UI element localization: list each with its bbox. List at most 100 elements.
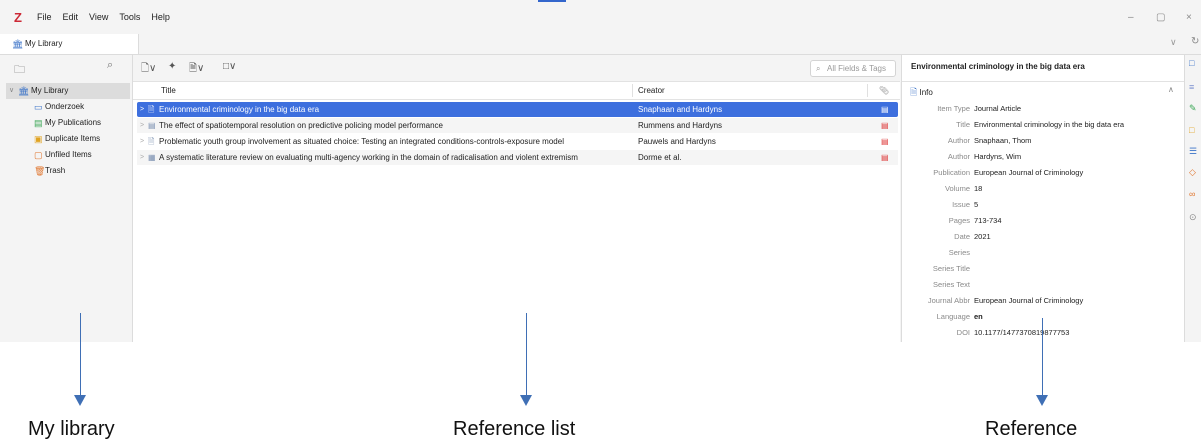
- field-value[interactable]: en: [974, 309, 983, 325]
- journal-article-icon: 🗎︎: [148, 105, 155, 114]
- field-value[interactable]: 10.1177/1477370819877753: [974, 325, 1069, 341]
- field-journal-abbr: Journal Abbr European Journal of Criminol…: [902, 293, 1184, 309]
- twisty-icon[interactable]: ∨: [9, 83, 14, 99]
- collection-my-library[interactable]: ∨ 🏛︎ My Library: [6, 83, 130, 99]
- annotation-arrow-right: [1042, 318, 1043, 395]
- pdf-icon[interactable]: ▤: [881, 134, 889, 149]
- table-row[interactable]: > 🗎︎ Problematic youth group involvement…: [137, 134, 898, 149]
- field-title: Title Environmental criminology in the bi…: [902, 117, 1184, 133]
- collection-label: Unfiled Items: [45, 150, 92, 159]
- new-collection-icon[interactable]: 🗀︎: [14, 61, 25, 80]
- attachments-icon[interactable]: ✎: [1189, 103, 1197, 114]
- sync-icon[interactable]: ↻: [1191, 36, 1199, 47]
- maximize-button[interactable]: ▢: [1156, 12, 1165, 23]
- field-item-type: Item Type Journal Article: [902, 101, 1184, 117]
- field-label: Volume: [944, 184, 970, 193]
- window-accent: [538, 0, 566, 2]
- field-label: Pages: [948, 216, 970, 225]
- column-divider[interactable]: [632, 84, 633, 97]
- menu-help[interactable]: Help: [151, 12, 170, 22]
- item-pane-title: Environmental criminology in the big dat…: [911, 62, 1085, 71]
- menu-edit[interactable]: Edit: [63, 12, 79, 22]
- journal-article-icon: 🗎︎: [148, 137, 155, 146]
- tags-icon[interactable]: ◇: [1189, 167, 1196, 178]
- pdf-icon[interactable]: ▤: [881, 102, 889, 117]
- field-value[interactable]: Hardyns, Wim: [974, 149, 1021, 165]
- collection-my-publications[interactable]: ▤ My Publications: [6, 115, 130, 131]
- item-creator: Snaphaan and Hardyns: [638, 105, 723, 114]
- magic-wand-icon[interactable]: ✦: [168, 61, 176, 72]
- field-date: Date 2021: [902, 229, 1184, 245]
- publications-icon: ▤: [34, 118, 43, 128]
- table-row[interactable]: > 🗎︎ Environmental criminology in the bi…: [137, 102, 898, 117]
- table-row[interactable]: > ▤ The effect of spatiotemporal resolut…: [137, 118, 898, 133]
- twisty-icon[interactable]: >: [140, 102, 144, 117]
- menu-file[interactable]: File: [37, 12, 52, 22]
- column-title[interactable]: Title: [161, 82, 176, 99]
- field-series-title: Series Title: [902, 261, 1184, 277]
- field-series: Series: [902, 245, 1184, 261]
- field-value[interactable]: 5: [974, 197, 978, 213]
- annotation-arrowhead-center: [520, 395, 532, 406]
- new-item-icon[interactable]: 🗋︎∨: [141, 61, 156, 78]
- column-divider[interactable]: [867, 84, 868, 97]
- column-header: Title Creator 📎︎: [133, 82, 900, 100]
- minimize-button[interactable]: –: [1128, 12, 1134, 23]
- annotation-arrowhead-left: [74, 395, 86, 406]
- menu-tools[interactable]: Tools: [119, 12, 140, 22]
- field-value[interactable]: European Journal of Criminology: [974, 165, 1083, 181]
- notes-icon[interactable]: □: [1189, 125, 1194, 135]
- field-value[interactable]: Snaphaan, Thom: [974, 133, 1031, 149]
- info-section-header[interactable]: 🗎︎ Info: [910, 85, 933, 101]
- collections-pane: 🗀︎ ⌕ ∨ 🏛︎ My Library ▭ Onderzoek ▤ My Pu…: [0, 55, 133, 342]
- collection-label: Trash: [45, 166, 66, 175]
- chevron-up-icon[interactable]: ∧: [1168, 85, 1174, 94]
- collection-trash[interactable]: 🗑︎ Trash: [6, 163, 130, 179]
- locate-icon[interactable]: ⊙: [1189, 212, 1197, 223]
- annotation-my-library: My library: [28, 418, 115, 440]
- chevron-down-icon[interactable]: ∨: [1170, 37, 1177, 48]
- pdf-icon[interactable]: ▤: [881, 150, 889, 165]
- related-icon[interactable]: ∞: [1189, 189, 1195, 199]
- annotation-arrowhead-right: [1036, 395, 1048, 406]
- search-placeholder: All Fields & Tags: [827, 64, 886, 73]
- twisty-icon[interactable]: >: [140, 134, 144, 149]
- column-creator[interactable]: Creator: [638, 82, 665, 99]
- info-section-label: Info: [919, 88, 933, 97]
- field-value[interactable]: 2021: [974, 229, 991, 245]
- search-input[interactable]: ⌕ All Fields & Tags: [810, 60, 896, 77]
- twisty-icon[interactable]: >: [140, 118, 144, 133]
- twisty-icon[interactable]: >: [140, 150, 144, 165]
- field-label: Series: [948, 248, 970, 257]
- menu-view[interactable]: View: [89, 12, 108, 22]
- table-row[interactable]: > ▦ A systematic literature review on ev…: [137, 150, 898, 165]
- collection-label: My Library: [31, 86, 69, 95]
- unfiled-icon: ▢: [34, 150, 43, 160]
- close-button[interactable]: ×: [1186, 12, 1192, 23]
- tab-my-library[interactable]: 🏛︎ My Library: [0, 34, 139, 54]
- abstract-icon[interactable]: ≡: [1189, 82, 1194, 92]
- collection-duplicate-items[interactable]: ▣ Duplicate Items: [6, 131, 130, 147]
- libraries-icon[interactable]: ☰: [1189, 146, 1197, 157]
- field-value[interactable]: Journal Article: [974, 101, 1021, 117]
- search-icon: ⌕: [816, 64, 821, 73]
- items-toolbar: 🗋︎∨ ✦ 🗎︎∨ □∨ ⌕ All Fields & Tags: [133, 55, 900, 82]
- collection-onderzoek[interactable]: ▭ Onderzoek: [6, 99, 130, 115]
- pdf-icon[interactable]: ▤: [881, 118, 889, 133]
- info-icon[interactable]: □: [1189, 58, 1194, 68]
- field-value[interactable]: Environmental criminology in the big dat…: [974, 117, 1124, 133]
- field-value[interactable]: 713-734: [974, 213, 1002, 229]
- field-value[interactable]: European Journal of Criminology: [974, 293, 1083, 309]
- field-label: Author: [947, 152, 970, 161]
- item-title: Environmental criminology in the big dat…: [159, 105, 320, 114]
- field-label: Journal Abbr: [927, 296, 970, 305]
- attachment-menu-icon[interactable]: 🗎︎∨: [189, 61, 204, 78]
- collection-unfiled-items[interactable]: ▢ Unfiled Items: [6, 147, 130, 163]
- field-value[interactable]: 18: [974, 181, 982, 197]
- field-volume: Volume 18: [902, 181, 1184, 197]
- tab-bar: 🏛︎ My Library ∨ ↻: [0, 34, 1201, 55]
- search-icon[interactable]: ⌕: [107, 59, 113, 72]
- note-menu-icon[interactable]: □∨: [223, 61, 236, 72]
- attachment-column-icon[interactable]: 📎︎: [879, 82, 889, 99]
- duplicate-icon: ▣: [34, 134, 43, 144]
